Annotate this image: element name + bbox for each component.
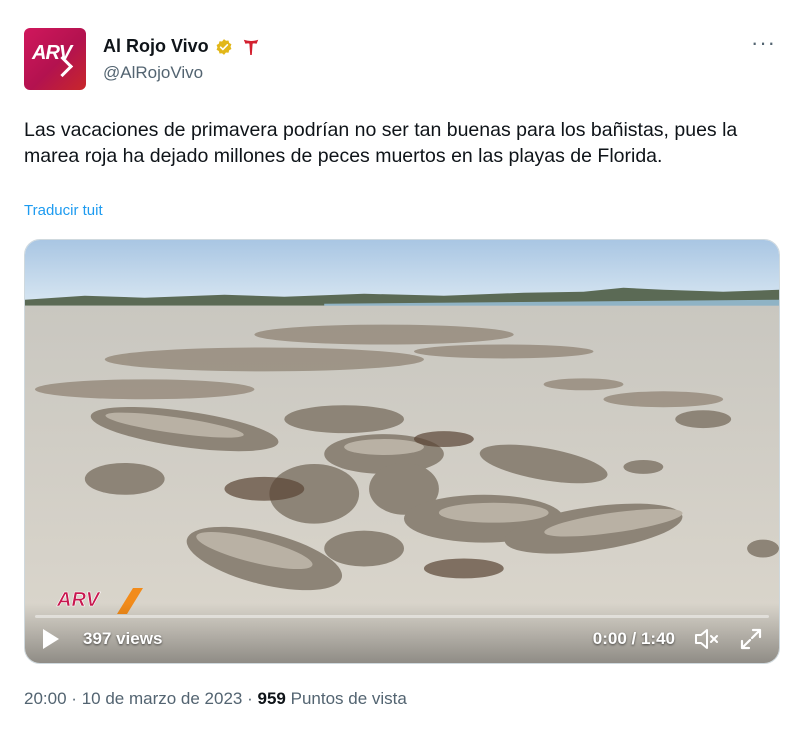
- avatar[interactable]: ARV: [24, 28, 86, 90]
- tweet-text: Las vacaciones de primavera podrían no s…: [24, 119, 738, 167]
- tweet-views-count: 959: [257, 689, 286, 708]
- tweet-meta: 20:00 · 10 de marzo de 2023 · 959 Puntos…: [24, 689, 407, 709]
- volume-muted-icon[interactable]: [693, 627, 719, 651]
- author-handle[interactable]: @AlRojoVivo: [103, 63, 203, 83]
- meta-separator: ·: [71, 689, 77, 708]
- tweet-time[interactable]: 20:00: [24, 689, 67, 708]
- translate-link[interactable]: Traducir tuit: [24, 202, 103, 219]
- more-options-icon[interactable]: ···: [751, 32, 776, 54]
- meta-separator: ·: [247, 689, 253, 708]
- tweet-date[interactable]: 10 de marzo de 2023: [82, 689, 243, 708]
- tweet-views-label: Puntos de vista: [290, 689, 407, 708]
- video-progress-bar[interactable]: [35, 615, 769, 618]
- video-controls-bar: 397 views 0:00 / 1:40: [25, 603, 779, 663]
- video-view-count: 397 views: [83, 629, 163, 648]
- author-display-name[interactable]: Al Rojo Vivo: [103, 36, 209, 57]
- play-icon[interactable]: [43, 629, 59, 649]
- author-name-row: Al Rojo Vivo: [103, 36, 259, 57]
- tweet-header: ARV Al Rojo Vivo @AlRojoVivo ···: [24, 28, 780, 92]
- telemundo-t-icon[interactable]: [243, 38, 259, 56]
- fullscreen-icon[interactable]: [739, 627, 763, 651]
- video-time-display: 0:00 / 1:40: [592, 629, 675, 648]
- video-player[interactable]: ARV 397 views 0:00 / 1:40: [24, 239, 780, 664]
- gold-verified-badge-icon[interactable]: [215, 38, 233, 56]
